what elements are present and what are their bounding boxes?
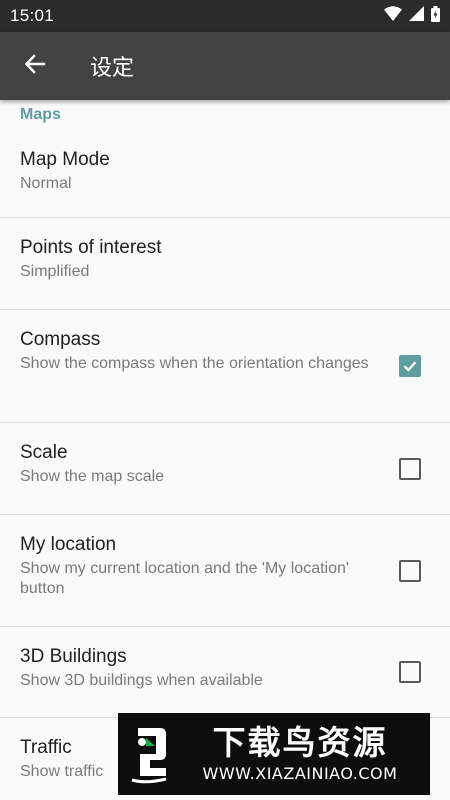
battery-icon xyxy=(431,5,440,27)
section-header-maps: Maps xyxy=(20,106,61,123)
pref-summary: Simplified xyxy=(20,263,90,280)
pref-title: Scale xyxy=(20,442,68,463)
pref-title: 3D Buildings xyxy=(20,646,127,667)
status-icons xyxy=(384,5,440,27)
pref-title: Points of interest xyxy=(20,237,162,258)
watermark-url: WWW.XIAZAINIAO.COM xyxy=(202,764,398,783)
wifi-icon xyxy=(384,6,402,26)
pref-summary: Normal xyxy=(20,175,72,192)
watermark-logo-icon xyxy=(118,713,180,795)
pref-compass[interactable]: Compass Show the compass when the orient… xyxy=(0,310,450,423)
pref-title: Compass xyxy=(20,329,101,350)
compass-checkbox[interactable] xyxy=(399,355,421,377)
pref-title: My location xyxy=(20,534,117,555)
pref-map-mode[interactable]: Map Mode Normal xyxy=(0,130,450,218)
scale-checkbox[interactable] xyxy=(399,457,421,480)
pref-my-location[interactable]: My location Show my current location and… xyxy=(0,515,450,627)
3d-buildings-checkbox[interactable] xyxy=(399,661,421,683)
watermark-title: 下载鸟资源 xyxy=(212,723,388,762)
watermark-text: 下载鸟资源 WWW.XIAZAINIAO.COM xyxy=(180,723,420,785)
pref-summary: Show my current location and the 'My loc… xyxy=(20,560,349,597)
signal-icon xyxy=(409,6,424,26)
pref-scale[interactable]: Scale Show the map scale xyxy=(0,423,450,515)
my-location-checkbox[interactable] xyxy=(399,559,421,582)
status-time: 15:01 xyxy=(10,6,55,25)
pref-summary: Show 3D buildings when available xyxy=(20,672,263,689)
pref-3d-buildings[interactable]: 3D Buildings Show 3D buildings when avai… xyxy=(0,627,450,718)
arrow-back-icon xyxy=(24,53,46,80)
pref-summary: Show the compass when the orientation ch… xyxy=(20,355,369,372)
app-bar: 设定 xyxy=(0,32,450,100)
back-button[interactable] xyxy=(0,32,70,100)
watermark-banner: 下载鸟资源 WWW.XIAZAINIAO.COM xyxy=(118,713,430,795)
pref-summary: Show the map scale xyxy=(20,468,165,485)
settings-list[interactable]: Maps Map Mode Normal Points of interest … xyxy=(0,100,450,800)
pref-points-of-interest[interactable]: Points of interest Simplified xyxy=(0,218,450,310)
pref-title: Map Mode xyxy=(20,149,110,170)
status-bar: 15:01 xyxy=(0,0,450,32)
page-title: 设定 xyxy=(90,56,135,81)
